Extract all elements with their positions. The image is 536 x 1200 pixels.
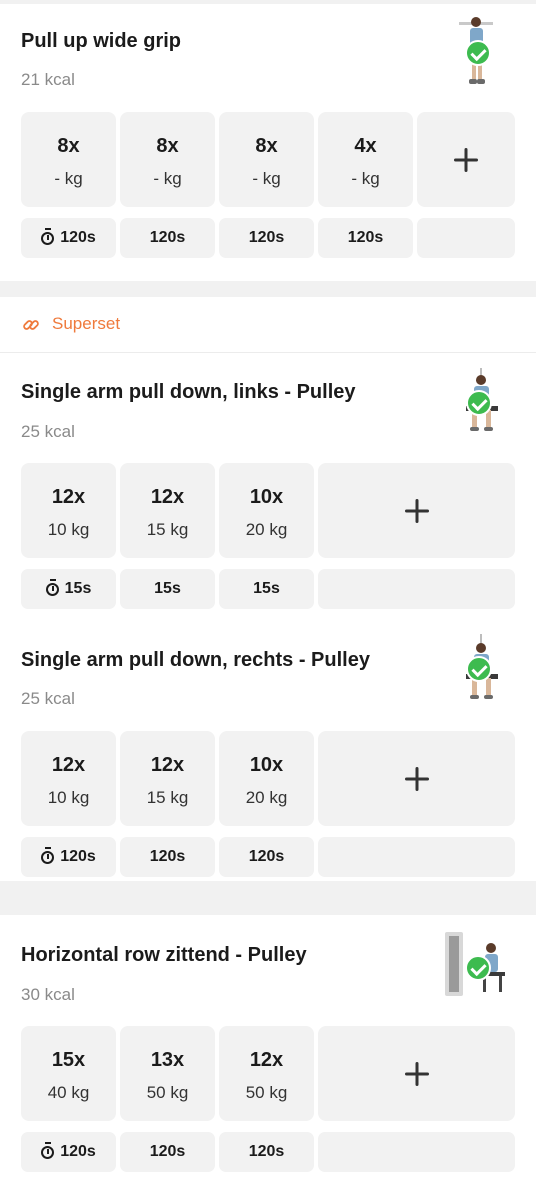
add-set-button[interactable]	[318, 463, 515, 558]
set-weight: 15 kg	[146, 788, 189, 807]
set-reps: 10x	[249, 486, 284, 508]
completed-check-icon	[466, 390, 492, 416]
rest-row: 120s 120s 120s	[21, 1132, 515, 1172]
set-tile[interactable]: 15x 40 kg	[21, 1026, 116, 1121]
set-tile[interactable]: 13x 50 kg	[120, 1026, 215, 1121]
set-reps: 12x	[249, 1049, 284, 1071]
rest-time[interactable]: 120s	[21, 1132, 116, 1172]
set-weight: 20 kg	[245, 788, 288, 807]
exercise-title[interactable]: Pull up wide grip	[21, 30, 181, 53]
rest-time[interactable]: 120s	[219, 837, 314, 877]
set-reps: 12x	[150, 754, 185, 776]
rest-placeholder	[417, 218, 515, 258]
timer-icon	[45, 579, 59, 596]
rest-time[interactable]: 120s	[120, 1132, 215, 1172]
rest-row: 120s 120s 120s 120s	[21, 218, 515, 258]
completed-check-icon	[465, 40, 491, 66]
set-tile[interactable]: 10x 20 kg	[219, 463, 314, 558]
set-weight: - kg	[252, 169, 281, 188]
sets-row: 12x 10 kg 12x 15 kg 10x 20 kg	[21, 731, 515, 826]
set-tile[interactable]: 12x 10 kg	[21, 463, 116, 558]
rest-time[interactable]: 15s	[219, 569, 314, 609]
set-weight: 10 kg	[47, 520, 90, 539]
add-set-button[interactable]	[318, 731, 515, 826]
exercise-title[interactable]: Single arm pull down, rechts - Pulley	[21, 649, 370, 672]
set-weight: - kg	[153, 169, 182, 188]
set-weight: - kg	[54, 169, 83, 188]
set-tile[interactable]: 8x - kg	[21, 112, 116, 207]
sets-row: 8x - kg 8x - kg 8x - kg 4x - kg	[21, 112, 515, 207]
set-reps: 4x	[354, 135, 377, 157]
rest-time[interactable]: 120s	[21, 837, 116, 877]
rest-time[interactable]: 120s	[219, 218, 314, 258]
set-reps: 8x	[57, 135, 80, 157]
rest-placeholder	[318, 1132, 515, 1172]
set-weight: 40 kg	[47, 1083, 90, 1102]
set-reps: 15x	[51, 1049, 86, 1071]
set-weight: 50 kg	[146, 1083, 189, 1102]
set-reps: 12x	[51, 754, 86, 776]
set-tile[interactable]: 8x - kg	[219, 112, 314, 207]
rest-placeholder	[318, 569, 515, 609]
superset-card: Superset Single arm pull down, links - P…	[0, 297, 536, 881]
exercise-title[interactable]: Single arm pull down, links - Pulley	[21, 381, 356, 404]
set-reps: 8x	[255, 135, 278, 157]
rest-time[interactable]: 15s	[120, 569, 215, 609]
set-reps: 13x	[150, 1049, 185, 1071]
set-weight: 50 kg	[245, 1083, 288, 1102]
exercise-thumbnail[interactable]	[443, 930, 511, 1002]
exercise-title[interactable]: Horizontal row zittend - Pulley	[21, 944, 307, 967]
timer-icon	[41, 1142, 55, 1159]
set-tile[interactable]: 4x - kg	[318, 112, 413, 207]
exercise-thumbnail[interactable]	[448, 368, 516, 440]
set-weight: 15 kg	[146, 520, 189, 539]
add-set-button[interactable]	[318, 1026, 515, 1121]
add-set-button[interactable]	[417, 112, 515, 207]
rest-row: 15s 15s 15s	[21, 569, 515, 609]
set-tile[interactable]: 12x 15 kg	[120, 731, 215, 826]
set-reps: 10x	[249, 754, 284, 776]
exercise-kcal: 21 kcal	[21, 70, 75, 89]
exercise-thumbnail[interactable]	[443, 16, 511, 88]
rest-row: 120s 120s 120s	[21, 837, 515, 877]
set-weight: 10 kg	[47, 788, 90, 807]
rest-time[interactable]: 15s	[21, 569, 116, 609]
set-tile[interactable]: 12x 50 kg	[219, 1026, 314, 1121]
set-reps: 12x	[51, 486, 86, 508]
set-tile[interactable]: 12x 15 kg	[120, 463, 215, 558]
set-tile[interactable]: 10x 20 kg	[219, 731, 314, 826]
rest-time[interactable]: 120s	[120, 218, 215, 258]
rest-time[interactable]: 120s	[120, 837, 215, 877]
superset-header[interactable]: Superset	[0, 297, 536, 353]
exercise-card-horizontal-row: Horizontal row zittend - Pulley 30 kcal …	[0, 915, 536, 1200]
link-icon	[23, 320, 39, 330]
set-tile[interactable]: 12x 10 kg	[21, 731, 116, 826]
rest-time[interactable]: 120s	[21, 218, 116, 258]
rest-time[interactable]: 120s	[318, 218, 413, 258]
rest-time[interactable]: 120s	[219, 1132, 314, 1172]
exercise-kcal: 25 kcal	[21, 422, 75, 441]
sets-row: 15x 40 kg 13x 50 kg 12x 50 kg	[21, 1026, 515, 1121]
superset-label: Superset	[52, 314, 121, 333]
completed-check-icon	[465, 955, 491, 981]
set-weight: - kg	[351, 169, 380, 188]
set-reps: 8x	[156, 135, 179, 157]
exercise-kcal: 25 kcal	[21, 689, 75, 708]
exercise-thumbnail[interactable]	[448, 634, 516, 706]
timer-icon	[41, 847, 55, 864]
set-tile[interactable]: 8x - kg	[120, 112, 215, 207]
set-weight: 20 kg	[245, 520, 288, 539]
timer-icon	[41, 228, 55, 245]
rest-placeholder	[318, 837, 515, 877]
completed-check-icon	[466, 656, 492, 682]
set-reps: 12x	[150, 486, 185, 508]
sets-row: 12x 10 kg 12x 15 kg 10x 20 kg	[21, 463, 515, 558]
exercise-kcal: 30 kcal	[21, 985, 75, 1004]
exercise-card-pull-up: Pull up wide grip 21 kcal 8x - kg 8x - k…	[0, 4, 536, 281]
